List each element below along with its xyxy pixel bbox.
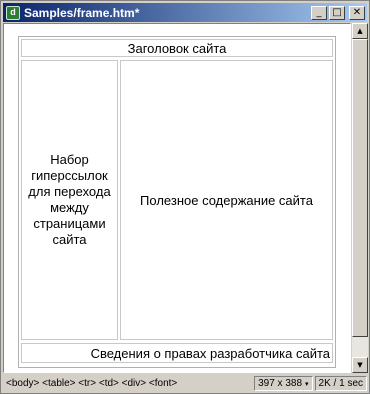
close-button[interactable]: ✕ — [349, 5, 365, 20]
vertical-scrollbar[interactable]: ▲ ▼ — [352, 23, 368, 373]
window-size-dropdown[interactable]: 397 x 388 ▾ — [254, 376, 313, 391]
scroll-up-arrow-icon[interactable]: ▲ — [352, 23, 368, 39]
navigation-cell[interactable]: Набор гиперссылок для перехода между стр… — [21, 60, 118, 340]
download-stats: 2K / 1 sec — [314, 376, 367, 391]
dropdown-caret-icon: ▾ — [305, 380, 309, 388]
window-controls: _ □ ✕ — [311, 5, 365, 20]
status-bar: <body> <table> <tr> <td> <div> <font> 39… — [3, 375, 367, 392]
header-cell[interactable]: Заголовок сайта — [21, 39, 333, 57]
window-size-value: 397 x 388 — [258, 378, 303, 389]
title-bar[interactable]: d Samples/frame.htm* _ □ ✕ — [3, 3, 367, 22]
window-title: Samples/frame.htm* — [24, 5, 140, 20]
footer-cell[interactable]: Сведения о правах разработчика сайта — [21, 343, 333, 363]
minimize-button[interactable]: _ — [311, 5, 327, 20]
content-cell[interactable]: Полезное содержание сайта — [120, 60, 333, 340]
maximize-button[interactable]: □ — [329, 5, 345, 20]
scroll-down-arrow-icon[interactable]: ▼ — [352, 357, 368, 373]
layout-table[interactable]: Заголовок сайта Набор гиперссылок для пе… — [18, 36, 336, 368]
design-view[interactable]: Заголовок сайта Набор гиперссылок для пе… — [3, 23, 351, 373]
document-icon: d — [6, 5, 20, 20]
editor-window: d Samples/frame.htm* _ □ ✕ Заголовок сай… — [0, 0, 370, 394]
tag-selector[interactable]: <body> <table> <tr> <td> <div> <font> — [3, 378, 252, 389]
scroll-thumb[interactable] — [352, 39, 368, 337]
